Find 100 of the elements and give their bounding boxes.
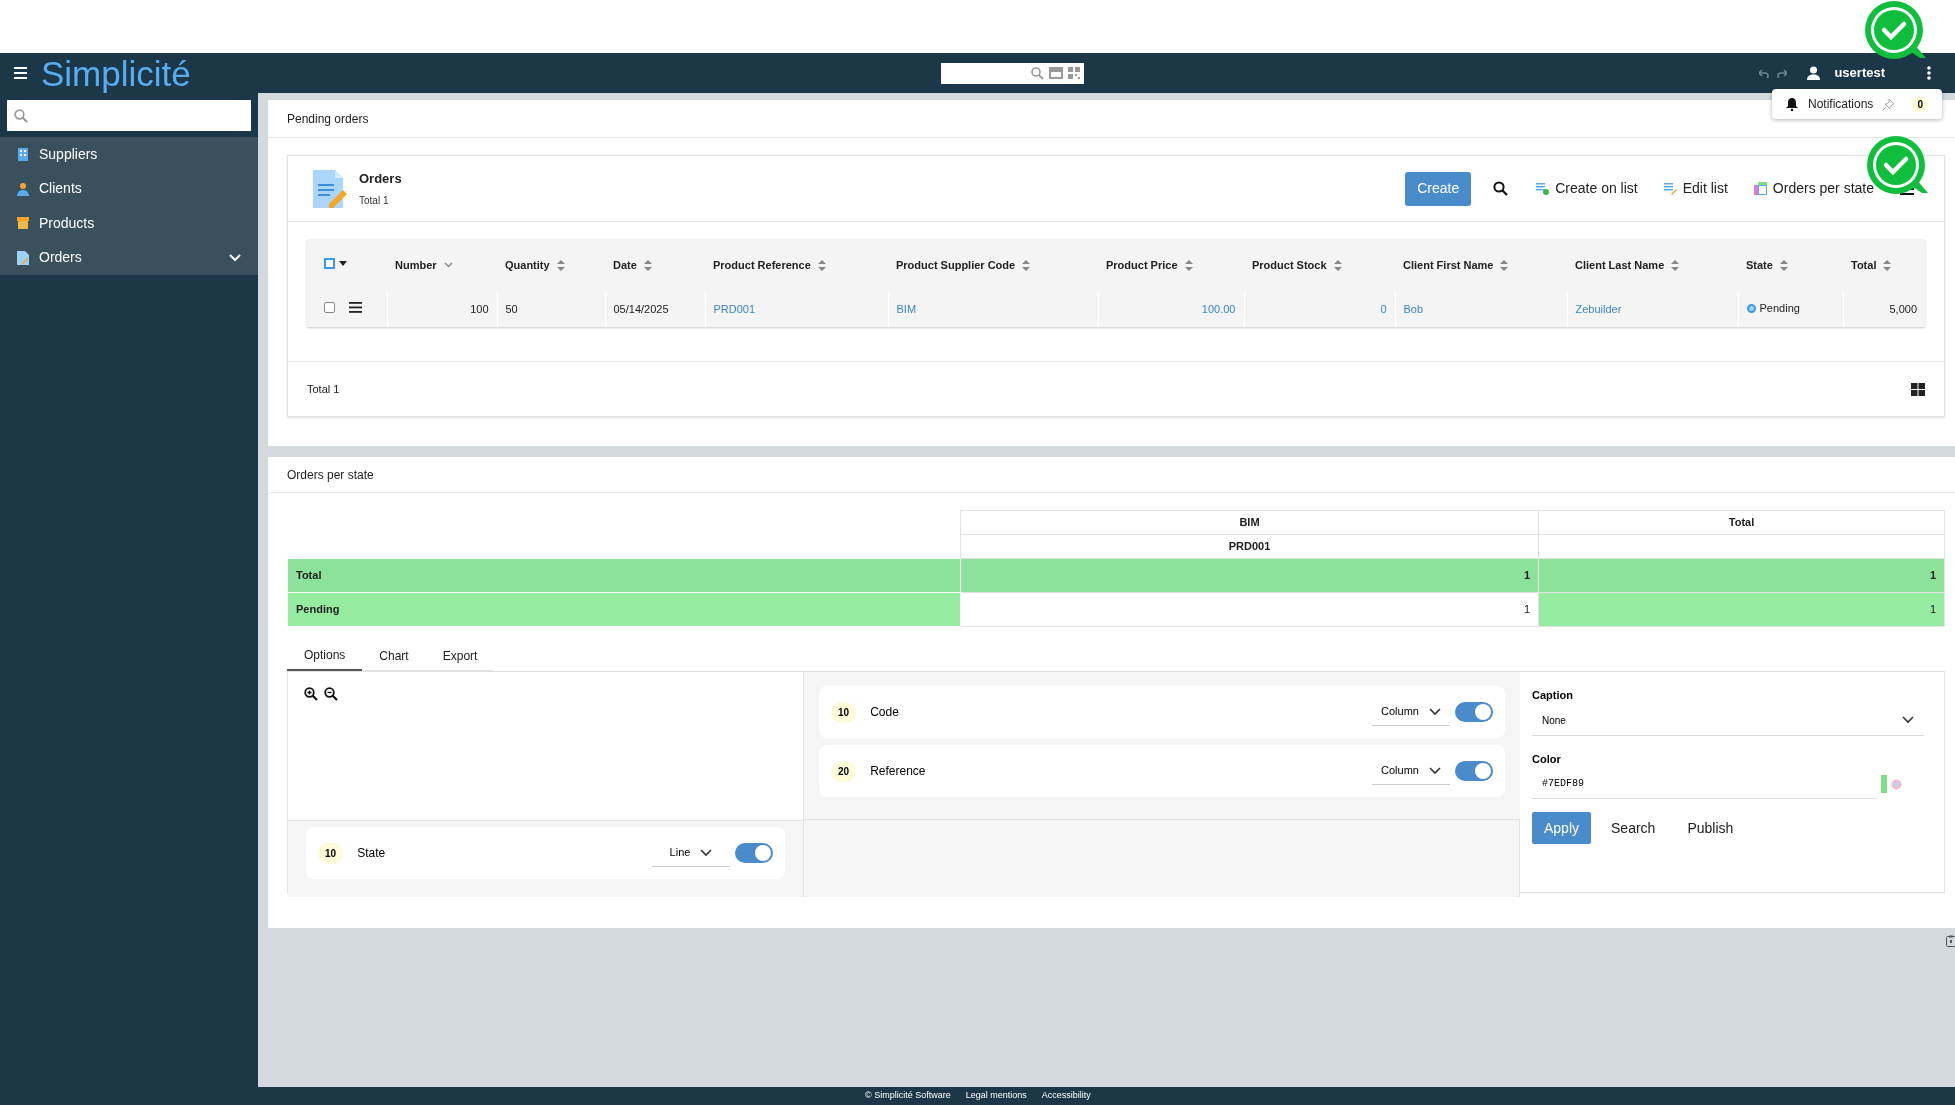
panel-title: Pending orders: [287, 110, 369, 128]
table-link[interactable]: Bob: [1403, 302, 1424, 315]
footer-link[interactable]: © Simplicité Software: [865, 1089, 951, 1103]
document-edit-icon: [313, 169, 347, 208]
sidebar-search-field[interactable]: [7, 100, 251, 131]
sidebar-item[interactable]: Clients: [0, 171, 258, 206]
user-icon[interactable]: [1807, 66, 1821, 80]
toolbar-link[interactable]: Edit list: [1663, 178, 1728, 199]
tab[interactable]: Export: [425, 641, 495, 671]
menu-icon[interactable]: [14, 67, 27, 79]
sort-icon[interactable]: [1184, 259, 1193, 271]
column-header[interactable]: Product Reference: [713, 256, 811, 274]
create-button[interactable]: Create: [1405, 171, 1472, 206]
axis-label: Code: [870, 704, 900, 721]
footer-link[interactable]: Legal mentions: [965, 1089, 1027, 1103]
column-header[interactable]: Total: [1851, 256, 1877, 274]
sidebar-item[interactable]: Orders: [0, 240, 258, 275]
pivot-header: Total: [1728, 516, 1755, 529]
mode-select[interactable]: Column: [1372, 757, 1450, 785]
sidebar-item[interactable]: Products: [0, 206, 258, 241]
redo-icon[interactable]: [1777, 68, 1788, 78]
toggle-switch[interactable]: [1455, 761, 1493, 781]
sort-icon[interactable]: [643, 259, 652, 271]
pivot-row-label: Total: [296, 569, 322, 582]
clipboard-icon[interactable]: [1946, 935, 1955, 947]
pivot-table-icon: [1753, 182, 1767, 195]
more-icon[interactable]: [1927, 66, 1931, 80]
column-header[interactable]: Product Price: [1106, 256, 1178, 274]
mode-select[interactable]: Column: [1372, 698, 1450, 726]
caret-icon[interactable]: [339, 260, 347, 266]
pivot-cell: 1: [1929, 569, 1936, 582]
tab[interactable]: Options: [287, 641, 363, 671]
caption-select[interactable]: None: [1532, 705, 1924, 736]
sort-icon[interactable]: [1500, 259, 1509, 271]
zoom-in-icon[interactable]: [304, 687, 318, 701]
pivot-cell: 1: [1929, 603, 1936, 616]
list-edit-icon: [1663, 182, 1677, 195]
pivot-header: BIM: [1239, 516, 1260, 529]
table-link[interactable]: 0: [1380, 302, 1387, 315]
chevron-down-icon: [1428, 766, 1441, 775]
axis-card[interactable]: 20 Reference Column: [819, 745, 1505, 797]
column-header[interactable]: Product Supplier Code: [896, 256, 1016, 274]
mode-select[interactable]: Line: [652, 839, 730, 867]
sort-icon[interactable]: [1779, 259, 1788, 271]
toggle-switch[interactable]: [1455, 702, 1493, 722]
qr-code-icon[interactable]: [1068, 67, 1081, 79]
list-title: Orders: [359, 170, 402, 189]
axis-card[interactable]: 10 State Line: [306, 827, 785, 879]
table-cell: 05/14/2025: [613, 302, 669, 315]
text-button[interactable]: Publish: [1675, 812, 1746, 844]
app-logo[interactable]: Simplicité: [41, 55, 191, 91]
column-header[interactable]: State: [1746, 256, 1773, 274]
search-field[interactable]: [941, 62, 1085, 84]
undo-icon[interactable]: [1759, 68, 1770, 78]
bell-icon: [1786, 97, 1798, 111]
table-cell: 5,000: [1889, 302, 1917, 315]
menu-icon[interactable]: [349, 301, 362, 313]
table-cell: 100: [470, 302, 489, 315]
column-header[interactable]: Client First Name: [1403, 256, 1494, 274]
color-wheel-icon[interactable]: [1891, 778, 1902, 790]
zoom-out-icon[interactable]: [324, 687, 338, 701]
select-all-checkbox[interactable]: [324, 257, 335, 269]
apply-button[interactable]: Apply: [1532, 812, 1592, 844]
sort-icon[interactable]: [1671, 259, 1680, 271]
color-field[interactable]: #7EDF89: [1532, 769, 1877, 799]
column-header[interactable]: Product Stock: [1252, 256, 1327, 274]
footer-link[interactable]: Accessibility: [1041, 1089, 1091, 1103]
grid-icon[interactable]: [1911, 382, 1925, 396]
axis-label: State: [357, 845, 387, 862]
column-header[interactable]: Client Last Name: [1575, 256, 1665, 274]
table-link[interactable]: 100.00: [1201, 302, 1236, 315]
search-icon: [14, 108, 28, 123]
sort-icon[interactable]: [1333, 259, 1342, 271]
text-button[interactable]: Search: [1599, 812, 1668, 844]
column-header[interactable]: Date: [613, 256, 637, 274]
table-link[interactable]: BIM: [896, 302, 917, 315]
toolbar-link[interactable]: Create on list: [1536, 178, 1638, 199]
order-badge: 20: [831, 760, 857, 782]
sidebar-item[interactable]: Suppliers: [0, 137, 258, 172]
sort-icon[interactable]: [556, 259, 565, 271]
sort-icon[interactable]: [1883, 259, 1892, 271]
chevron-down-icon: [700, 848, 713, 857]
card-icon[interactable]: [1049, 67, 1064, 79]
user-name[interactable]: usertest: [1834, 63, 1885, 83]
axis-card[interactable]: 10 Code Column: [819, 686, 1505, 738]
sort-icon[interactable]: [1022, 259, 1031, 271]
column-header[interactable]: Number: [395, 256, 437, 274]
toggle-switch[interactable]: [735, 843, 773, 863]
order-badge: 10: [831, 701, 857, 723]
table-link[interactable]: Zebuilder: [1575, 302, 1622, 315]
column-header[interactable]: Quantity: [505, 256, 550, 274]
toolbar-link[interactable]: Orders per state: [1753, 178, 1874, 199]
tab[interactable]: Chart: [362, 641, 426, 671]
row-checkbox[interactable]: [324, 301, 335, 313]
search-icon[interactable]: [1493, 181, 1509, 196]
sort-icon[interactable]: [817, 259, 826, 271]
field-label: Color: [1532, 751, 1562, 767]
table-link[interactable]: PRD001: [713, 302, 756, 315]
pin-icon[interactable]: [1883, 98, 1895, 110]
notifications-label[interactable]: Notifications: [1808, 95, 1874, 113]
